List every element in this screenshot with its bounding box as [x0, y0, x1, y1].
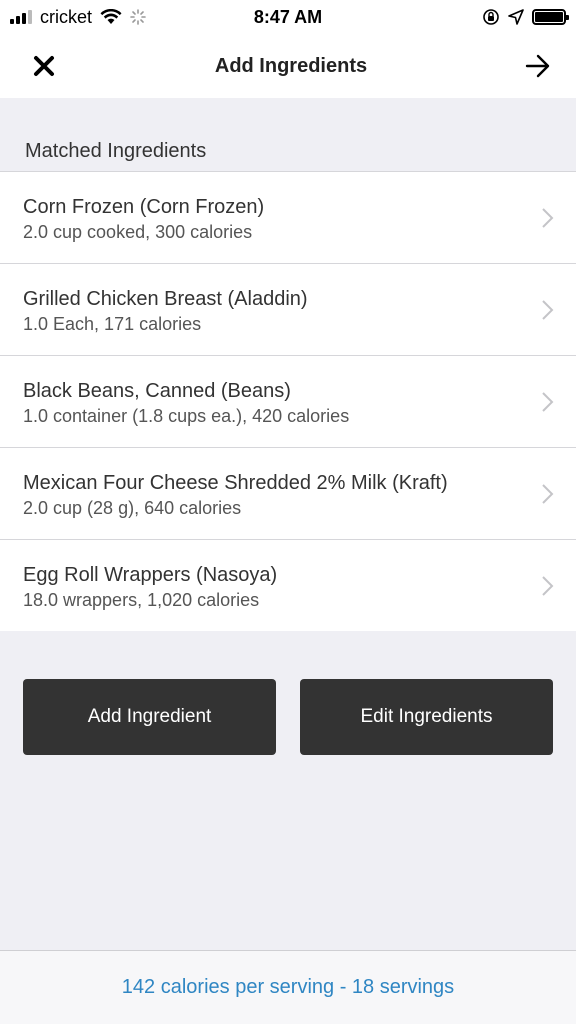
- page-title: Add Ingredients: [214, 54, 368, 77]
- status-right: [482, 8, 569, 26]
- ingredient-detail: 2.0 cup (28 g), 640 calories: [23, 498, 242, 518]
- wifi-icon: [100, 9, 122, 24]
- ingredient-detail: 2.0 cup cooked, 300 calories: [23, 222, 253, 242]
- ingredient-name: Egg Roll Wrappers (Nasoya): [23, 564, 278, 586]
- arrow-right-icon[interactable]: [522, 50, 554, 82]
- signal-icon: [10, 10, 32, 24]
- loading-spinner-icon: [130, 9, 146, 25]
- location-icon: [508, 9, 524, 25]
- status-left: cricket: [10, 7, 146, 28]
- section-header: Matched Ingredients: [25, 140, 207, 162]
- servings-summary[interactable]: 142 calories per serving - 18 servings: [0, 950, 576, 1024]
- ingredient-name: Grilled Chicken Breast (Aladdin): [23, 288, 308, 310]
- ingredient-detail: 1.0 Each, 171 calories: [23, 314, 202, 334]
- ingredient-row[interactable]: Black Beans, Canned (Beans) 1.0 containe…: [0, 356, 576, 448]
- add-ingredient-button[interactable]: Add Ingredient: [23, 679, 276, 755]
- chevron-right-icon: [542, 484, 554, 504]
- ingredient-row[interactable]: Egg Roll Wrappers (Nasoya) 18.0 wrappers…: [0, 540, 576, 631]
- battery-icon: [532, 9, 569, 25]
- nav-bar: Add Ingredients: [0, 34, 576, 98]
- orientation-lock-icon: [483, 9, 499, 25]
- ingredient-list: Corn Frozen (Corn Frozen) 2.0 cup cooked…: [0, 171, 576, 631]
- chevron-right-icon: [542, 576, 554, 596]
- chevron-right-icon: [542, 392, 554, 412]
- close-icon[interactable]: [28, 50, 60, 82]
- chevron-right-icon: [542, 208, 554, 228]
- ingredient-name: Mexican Four Cheese Shredded 2% Milk (Kr…: [23, 472, 448, 494]
- ingredient-row[interactable]: Corn Frozen (Corn Frozen) 2.0 cup cooked…: [0, 172, 576, 264]
- chevron-right-icon: [542, 300, 554, 320]
- ingredient-row[interactable]: Mexican Four Cheese Shredded 2% Milk (Kr…: [0, 448, 576, 540]
- edit-ingredients-button[interactable]: Edit Ingredients: [300, 679, 553, 755]
- ingredient-detail: 1.0 container (1.8 cups ea.), 420 calori…: [23, 406, 350, 426]
- ingredient-name: Corn Frozen (Corn Frozen): [23, 196, 265, 218]
- ingredient-name: Black Beans, Canned (Beans): [23, 380, 291, 402]
- carrier-name: cricket: [40, 6, 93, 27]
- ingredient-row[interactable]: Grilled Chicken Breast (Aladdin) 1.0 Eac…: [0, 264, 576, 356]
- status-bar: cricket 8:47 AM: [0, 0, 576, 34]
- ingredient-detail: 18.0 wrappers, 1,020 calories: [23, 590, 260, 610]
